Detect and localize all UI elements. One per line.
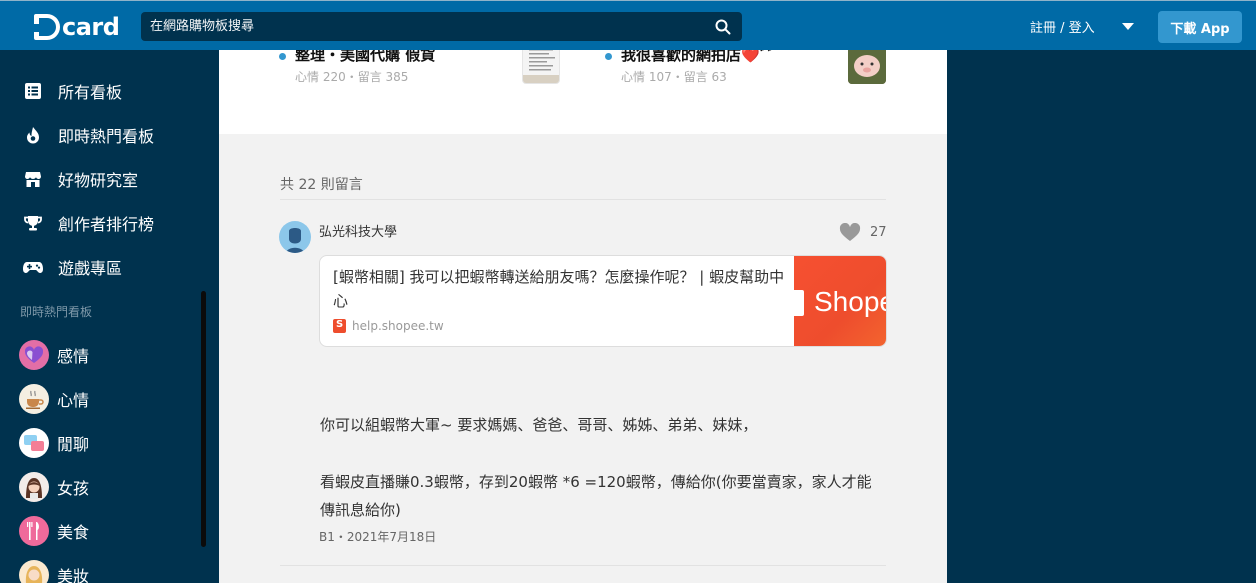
comment-text: 你可以組蝦幣大軍~ 要求媽媽、爸爸、哥哥、姊姊、弟弟、妹妹， <box>320 416 758 434</box>
chat-avatar-icon <box>19 428 49 458</box>
makeup-avatar-icon <box>19 560 49 583</box>
sidebar-item-label: 創作者排行榜 <box>58 215 155 234</box>
download-app-button[interactable]: 下載 App <box>1158 11 1242 43</box>
divider <box>280 565 886 566</box>
related-posts: 整理・美國代購 假貨 心情 220・留言 385 我很喜歡的網拍店❤️ﾞﾞ 心情… <box>219 50 947 134</box>
related-post-thumbnail <box>848 50 886 84</box>
link-preview-image: Shopee <box>794 256 886 346</box>
sidebar-scrollbar[interactable] <box>201 291 206 547</box>
sidebar-item-label: 心情 <box>57 391 90 410</box>
sidebar-item-label: 遊戲專區 <box>58 259 123 278</box>
sidebar-item-lab[interactable]: 好物研究室 <box>22 165 138 193</box>
bullet-dot <box>605 53 612 60</box>
related-post-title: 整理・美國代購 假貨 <box>295 50 436 64</box>
search-input[interactable] <box>141 12 704 41</box>
sidebar-item-label: 閒聊 <box>57 435 90 454</box>
sidebar-item-makeup[interactable]: 美妝 <box>19 560 89 583</box>
flame-icon <box>22 124 44 146</box>
shopee-favicon-icon <box>333 319 346 333</box>
link-preview-card[interactable]: [蝦幣相關] 我可以把蝦幣轉送給朋友嗎？怎麼操作呢？ | 蝦皮幫助中心 help… <box>319 255 887 347</box>
hot-boards-section-label: 即時熱門看板 <box>20 305 93 319</box>
sidebar-item-hot-boards[interactable]: 即時熱門看板 <box>22 121 154 149</box>
link-preview-title: [蝦幣相關] 我可以把蝦幣轉送給朋友嗎？怎麼操作呢？ | 蝦皮幫助中心 <box>333 268 785 310</box>
food-avatar-icon <box>19 516 49 546</box>
sidebar-item-label: 美妝 <box>57 567 90 583</box>
like-button[interactable]: 27 <box>839 223 887 242</box>
sidebar-item-all-boards[interactable]: 所有看板 <box>22 77 122 105</box>
sidebar-item-label: 好物研究室 <box>58 171 139 190</box>
bullet-dot <box>279 53 286 60</box>
sidebar-item-games[interactable]: 遊戲專區 <box>22 253 122 281</box>
trophy-icon <box>22 212 44 234</box>
shopee-bag-icon <box>794 290 804 316</box>
chevron-down-icon[interactable] <box>1122 23 1134 30</box>
related-post[interactable]: 我很喜歡的網拍店❤️ﾞﾞ 心情 107・留言 63 <box>605 50 905 90</box>
related-post-title: 我很喜歡的網拍店❤️ﾞﾞ <box>621 50 775 64</box>
logo-text: card <box>62 13 120 41</box>
list-icon <box>22 80 44 102</box>
top-header: card 註冊 / 登入 下載 App <box>0 0 1256 50</box>
dcard-logo-d-icon <box>33 14 60 40</box>
sidebar-item-label: 所有看板 <box>58 83 123 102</box>
dcard-logo[interactable]: card <box>33 13 120 41</box>
sidebar-item-mood[interactable]: 心情 <box>19 384 89 414</box>
like-count: 27 <box>870 225 887 240</box>
search-icon <box>715 19 731 34</box>
user-avatar-icon[interactable] <box>279 221 311 253</box>
sidebar-item-food[interactable]: 美食 <box>19 516 89 546</box>
store-icon <box>22 168 44 190</box>
related-post[interactable]: 整理・美國代購 假貨 心情 220・留言 385 <box>279 50 579 90</box>
shopee-logo-text: Shopee <box>814 286 886 317</box>
girl-avatar-icon <box>19 472 49 502</box>
related-post-meta: 心情 220・留言 385 <box>295 70 409 84</box>
coffee-avatar-icon <box>19 384 49 414</box>
related-post-meta: 心情 107・留言 63 <box>621 70 727 84</box>
gamepad-icon <box>22 256 44 278</box>
link-preview-domain: help.shopee.tw <box>352 319 444 333</box>
search-button[interactable] <box>704 12 742 41</box>
login-link[interactable]: 註冊 / 登入 <box>1030 17 1095 36</box>
comment-author[interactable]: 弘光科技大學 <box>319 221 397 240</box>
heart-icon <box>839 223 861 241</box>
heart-avatar-icon <box>19 340 49 370</box>
sidebar-item-relationship[interactable]: 感情 <box>19 340 89 370</box>
sidebar: 所有看板 即時熱門看板 好物研究室 創作者排行榜 遊戲專區 即時熱門看板 感情 <box>0 50 219 583</box>
search-bar <box>141 12 742 41</box>
sidebar-item-label: 女孩 <box>57 479 90 498</box>
sidebar-item-girl[interactable]: 女孩 <box>19 472 89 502</box>
divider <box>280 199 886 200</box>
comment-floor-date: B1・2021年7月18日 <box>319 530 437 544</box>
sidebar-item-creators[interactable]: 創作者排行榜 <box>22 209 154 237</box>
sidebar-item-label: 感情 <box>57 347 90 366</box>
related-post-thumbnail <box>522 50 560 84</box>
comment-count: 共 22 則留言 <box>280 177 363 193</box>
post-main: 整理・美國代購 假貨 心情 220・留言 385 我很喜歡的網拍店❤️ﾞﾞ 心情… <box>219 50 947 583</box>
comment-text: 看蝦皮直播賺0.3蝦幣，存到20蝦幣 *6 =120蝦幣，傳給你(你要當賣家，家… <box>320 473 872 519</box>
sidebar-item-label: 即時熱門看板 <box>58 127 155 146</box>
sidebar-item-chat[interactable]: 閒聊 <box>19 428 89 458</box>
sidebar-item-label: 美食 <box>57 523 90 542</box>
